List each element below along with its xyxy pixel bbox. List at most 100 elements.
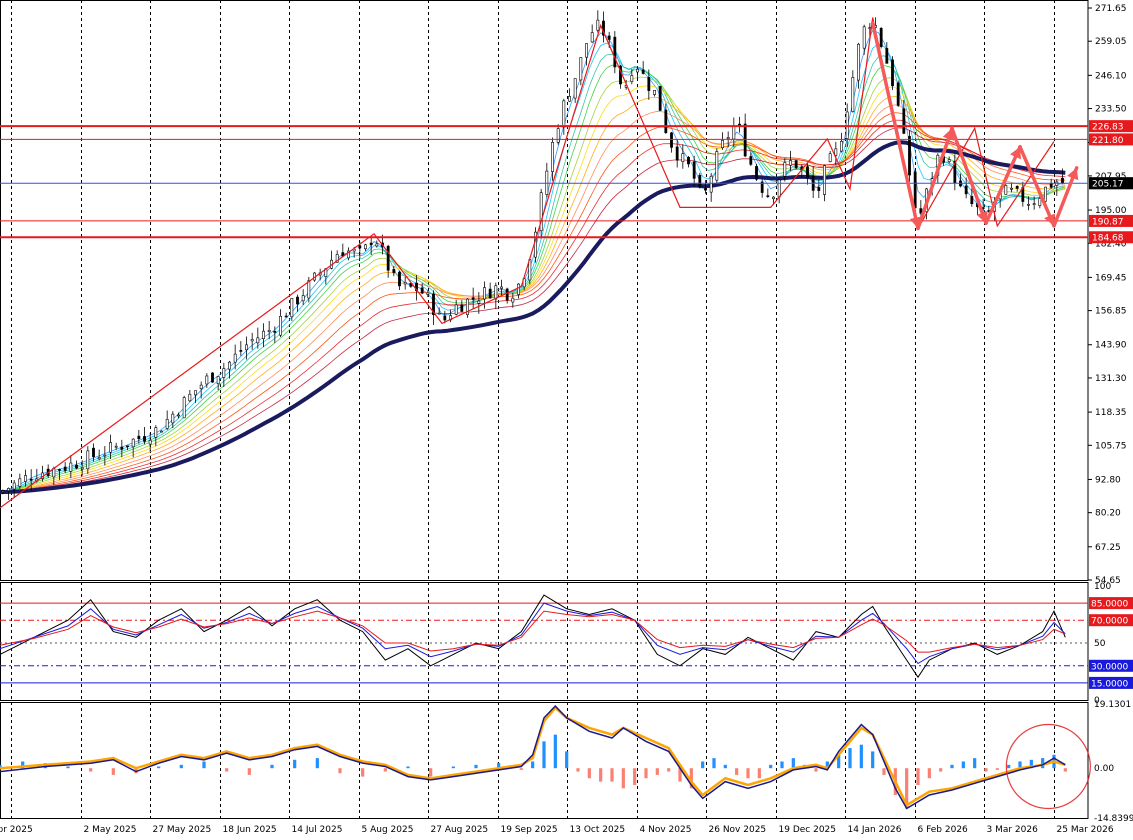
osc-level-label: 30.0000 (1089, 659, 1133, 672)
price-tick-label: 259.05 (1095, 37, 1127, 47)
candle-bearish (211, 372, 214, 383)
candle-bullish (154, 427, 158, 438)
histogram-bar-negative (383, 768, 387, 772)
price-level-label: 190.87 (1089, 214, 1133, 227)
candle-bullish (250, 339, 254, 342)
price-tick-label: 105.75 (1095, 441, 1127, 451)
candle-bullish (80, 467, 84, 470)
histogram-bar-negative (587, 768, 591, 779)
histogram-bar-positive (769, 764, 773, 769)
time-label: pr 2025 (0, 825, 33, 835)
candle-bearish (891, 59, 894, 87)
macd-tick-label: 0.00 (1094, 764, 1114, 774)
candle-bullish (1038, 198, 1042, 206)
candle-bullish (1032, 203, 1036, 205)
candle-bullish (840, 140, 843, 152)
candle-bearish (755, 166, 758, 180)
price-tick-label: 271.65 (1095, 4, 1127, 14)
histogram-bar-positive (451, 766, 455, 769)
histogram-bar-negative (655, 768, 659, 775)
candle-bullish (857, 43, 860, 81)
candle-bearish (460, 304, 464, 312)
candle-bearish (239, 350, 243, 352)
candle-bullish (772, 196, 775, 200)
histogram-bar-positive (791, 758, 795, 769)
histogram-bar-negative (225, 768, 229, 772)
candle-bullish (182, 397, 186, 419)
histogram-bar-positive (66, 766, 70, 769)
histogram-bar-negative (621, 768, 625, 789)
macd-tick-label: -14.8399 (1094, 814, 1133, 824)
candle-bearish (670, 132, 673, 148)
candle-bearish (908, 136, 911, 176)
candle-bullish (789, 160, 792, 166)
candle-bearish (817, 187, 821, 191)
candle-bullish (233, 353, 237, 363)
candle-bearish (126, 445, 129, 448)
chart-svg: 271.65259.05246.10233.50220.60207.95195.… (0, 0, 1133, 836)
price-tick-label: 169.45 (1095, 273, 1127, 283)
histogram-bar-positive (1041, 758, 1045, 769)
candle-bearish (766, 195, 770, 197)
candle-bearish (704, 188, 707, 191)
candle-bearish (698, 174, 702, 188)
histogram-bar-negative (995, 768, 999, 770)
time-label: 26 Nov 2025 (709, 825, 767, 835)
candle-bullish (500, 286, 503, 289)
histogram-bar-negative (984, 768, 988, 772)
candle-bullish (783, 162, 787, 177)
histogram-bar-negative (576, 768, 580, 772)
macd-tick-label: 19.1301 (1094, 700, 1131, 710)
histogram-bar-positive (179, 764, 183, 769)
candle-bearish (29, 478, 33, 481)
candle-bearish (692, 161, 696, 179)
time-label: 6 Feb 2026 (918, 825, 969, 835)
osc-level-label: 70.0000 (1089, 614, 1133, 627)
candle-bullish (97, 457, 101, 460)
time-axis: pr 2025 2 May 2025 27 May 2025 18 Jun 2025 1… (0, 825, 1114, 835)
histogram-bar-negative (338, 768, 342, 774)
candle-bullish (454, 304, 458, 315)
candle-bearish (58, 469, 61, 471)
candle-bullish (109, 442, 112, 453)
price-tick-label: 92.80 (1095, 475, 1121, 485)
histogram-bar-negative (633, 768, 637, 785)
candle-bullish (160, 430, 163, 433)
price-tick-label: 246.10 (1095, 71, 1127, 81)
candle-bearish (273, 331, 277, 333)
candle-bullish (636, 68, 639, 73)
candle-bullish (556, 128, 560, 143)
candle-bullish (1004, 185, 1008, 195)
histogram-bar-negative (644, 768, 648, 779)
candle-bullish (228, 361, 231, 370)
osc-level-label-text: 30.0000 (1091, 662, 1128, 672)
candle-bullish (403, 282, 407, 285)
candle-bullish (7, 488, 10, 491)
time-label: 25 Mar 2026 (1057, 825, 1114, 835)
candle-bearish (1015, 185, 1019, 189)
candle-bearish (471, 297, 475, 300)
candle-bearish (806, 166, 809, 178)
candle-bullish (426, 292, 430, 295)
candle-bullish (131, 438, 135, 448)
histogram-bar-positive (531, 761, 535, 769)
candle-bullish (511, 297, 515, 303)
candle-bullish (307, 280, 311, 299)
candle-bearish (505, 288, 509, 301)
candle-bullish (653, 90, 656, 95)
candle-bullish (188, 393, 192, 402)
candle-bearish (358, 245, 362, 249)
candle-bearish (647, 77, 651, 91)
price-level-label: 226.83 (1089, 120, 1133, 133)
histogram-bar-positive (961, 761, 965, 769)
histogram-bar-negative (610, 768, 614, 782)
candle-bearish (1049, 183, 1053, 188)
histogram-bar-negative (519, 768, 523, 770)
candle-bullish (245, 344, 248, 351)
osc-tick-label: 50 (1094, 639, 1106, 649)
histogram-bar-negative (746, 768, 750, 779)
candle-bearish (398, 271, 401, 287)
price-level-label-text: 226.83 (1092, 123, 1124, 133)
candle-bullish (828, 153, 832, 163)
time-label: 14 Jul 2025 (292, 825, 343, 835)
